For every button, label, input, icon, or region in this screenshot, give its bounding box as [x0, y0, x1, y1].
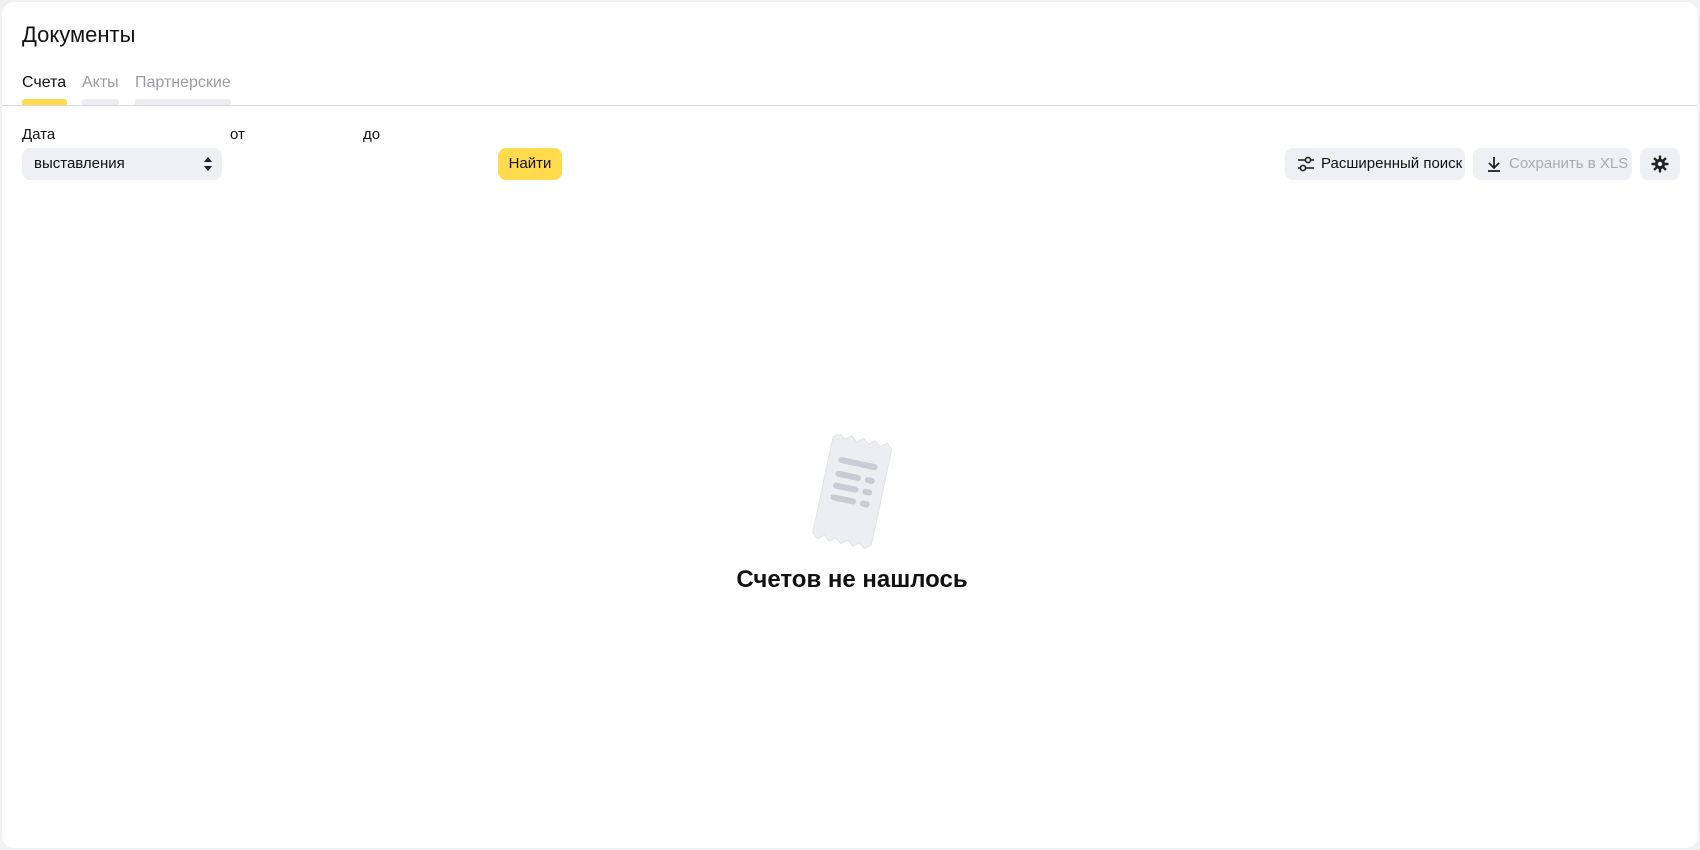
tab-invoices[interactable]: Счета — [22, 74, 67, 105]
save-xls-label: Сохранить в XLS — [1509, 155, 1629, 172]
find-button[interactable]: Найти — [498, 148, 562, 180]
date-type-select[interactable]: выставления — [22, 148, 222, 180]
tabs-bar: Счета Акты Партнерские — [2, 74, 1698, 106]
receipt-icon — [812, 434, 893, 550]
date-from-label: от — [230, 126, 245, 143]
tab-partner-label: Партнерские — [135, 74, 231, 91]
tab-acts-indicator — [82, 99, 119, 105]
gear-icon — [1651, 155, 1669, 173]
tab-invoices-indicator — [22, 99, 67, 105]
settings-button[interactable] — [1640, 148, 1680, 180]
documents-panel: Документы Счета Акты Партнерские Дата от… — [2, 2, 1698, 848]
tab-acts-label: Акты — [82, 74, 119, 91]
tab-invoices-label: Счета — [22, 74, 67, 91]
date-type-value: выставления — [34, 155, 125, 172]
date-filter-label: Дата — [22, 126, 56, 143]
save-xls-button[interactable]: Сохранить в XLS — [1473, 148, 1632, 180]
page-title: Документы — [22, 22, 136, 47]
sliders-icon — [1298, 156, 1314, 172]
download-icon — [1488, 157, 1500, 172]
tab-partner[interactable]: Партнерские — [135, 74, 231, 105]
advanced-search-label: Расширенный поиск — [1321, 155, 1463, 172]
select-arrows-icon — [204, 157, 212, 171]
tab-partner-indicator — [135, 99, 231, 105]
tab-acts[interactable]: Акты — [82, 74, 119, 105]
date-to-label: до — [363, 126, 381, 143]
advanced-search-button[interactable]: Расширенный поиск — [1285, 148, 1465, 180]
empty-state-title: Счетов не нашлось — [736, 566, 968, 593]
